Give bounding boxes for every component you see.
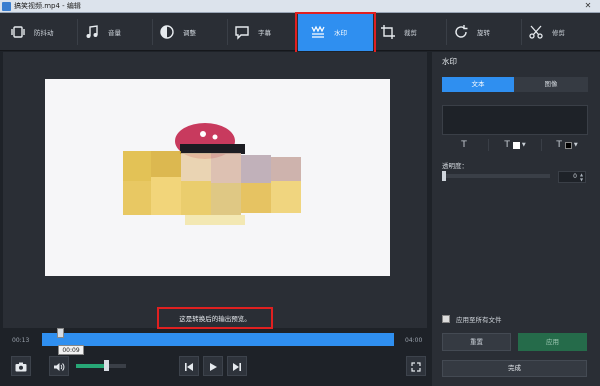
preview-frame — [45, 79, 390, 276]
divider — [521, 19, 522, 45]
opacity-slider[interactable] — [442, 174, 550, 178]
seek-handle[interactable] — [57, 328, 64, 338]
tab-label: 修剪 — [552, 29, 565, 37]
volume-slider-fill — [76, 364, 106, 368]
previous-frame-button[interactable] — [179, 356, 199, 376]
tab-label: 裁剪 — [404, 29, 417, 37]
stabilize-icon — [8, 22, 28, 42]
highlight-box — [295, 12, 376, 55]
scissors-icon — [526, 22, 546, 42]
crop-icon — [378, 22, 398, 42]
window-title: 搞笑视频.mp4 - 编辑 — [14, 2, 81, 10]
reset-button[interactable]: 重置 — [442, 333, 511, 351]
panel-title: 水印 — [442, 57, 457, 66]
tab-crop[interactable]: 裁剪 — [378, 13, 444, 51]
apply-all-label: 应用至所有文件 — [456, 316, 502, 324]
color-swatch — [512, 141, 520, 149]
volume-slider-handle[interactable] — [104, 360, 109, 371]
apply-button[interactable]: 应用 — [518, 333, 587, 351]
divider — [227, 19, 228, 45]
tab-rotate[interactable]: 旋转 — [451, 13, 521, 51]
mute-button[interactable] — [49, 356, 69, 376]
prev-frame-icon — [184, 357, 194, 376]
next-frame-icon — [232, 357, 242, 376]
camera-icon — [15, 357, 27, 376]
seek-track[interactable] — [42, 333, 394, 346]
divider — [488, 139, 489, 151]
divider — [152, 19, 153, 45]
play-icon — [208, 357, 218, 376]
tab-label: 旋转 — [477, 29, 490, 37]
tab-volume[interactable]: 音量 — [82, 13, 152, 51]
close-button[interactable]: ✕ — [582, 1, 594, 11]
divider — [541, 139, 542, 151]
color-swatch — [564, 141, 572, 149]
opacity-slider-handle[interactable] — [442, 171, 446, 181]
done-button[interactable]: 完成 — [442, 360, 587, 377]
tab-label: 调整 — [183, 29, 196, 37]
outline-color-button[interactable]: T ▼ — [545, 139, 589, 151]
end-time: 04:00 — [405, 337, 423, 344]
divider — [77, 19, 78, 45]
play-button[interactable] — [203, 356, 223, 376]
font-icon: T — [461, 140, 467, 150]
next-frame-button[interactable] — [227, 356, 247, 376]
font-color-button[interactable]: T ▼ — [492, 139, 538, 151]
divider — [446, 19, 447, 45]
tab-stabilize[interactable]: 防抖动 — [8, 13, 78, 51]
tab-image[interactable]: 图像 — [514, 77, 588, 92]
spinner-icon[interactable]: ▲ ▼ — [580, 172, 583, 182]
pen-icon: T — [556, 140, 562, 150]
fullscreen-icon — [411, 357, 421, 376]
video-frame-image — [123, 123, 301, 225]
music-note-icon — [82, 22, 102, 42]
app-icon — [2, 2, 11, 11]
opacity-label: 透明度： — [442, 162, 468, 170]
snapshot-button[interactable] — [11, 356, 31, 376]
font-button[interactable]: T — [442, 139, 486, 151]
watermark-text-input[interactable] — [442, 105, 588, 135]
chevron-down-icon: ▼ — [573, 142, 578, 148]
fullscreen-button[interactable] — [406, 356, 426, 376]
tab-text[interactable]: 文本 — [442, 77, 514, 92]
tab-trim[interactable]: 修剪 — [526, 13, 596, 51]
font-color-icon: T — [504, 140, 510, 150]
speech-bubble-icon — [232, 22, 252, 42]
tab-subtitle[interactable]: 字幕 — [232, 13, 292, 51]
tab-adjust[interactable]: 调整 — [157, 13, 227, 51]
speaker-icon — [53, 357, 65, 376]
tab-label: 字幕 — [258, 29, 271, 37]
tab-label: 防抖动 — [34, 29, 54, 37]
start-time: 00:13 — [12, 337, 30, 344]
rotate-icon — [451, 22, 471, 42]
contrast-icon — [157, 22, 177, 42]
tab-label: 音量 — [108, 29, 121, 37]
apply-all-checkbox[interactable] — [442, 315, 450, 323]
preview-tip: 这是转换后的输出预览。 — [179, 315, 251, 323]
current-time-tooltip: 00:09 — [58, 345, 84, 355]
chevron-down-icon: ▼ — [521, 142, 526, 148]
